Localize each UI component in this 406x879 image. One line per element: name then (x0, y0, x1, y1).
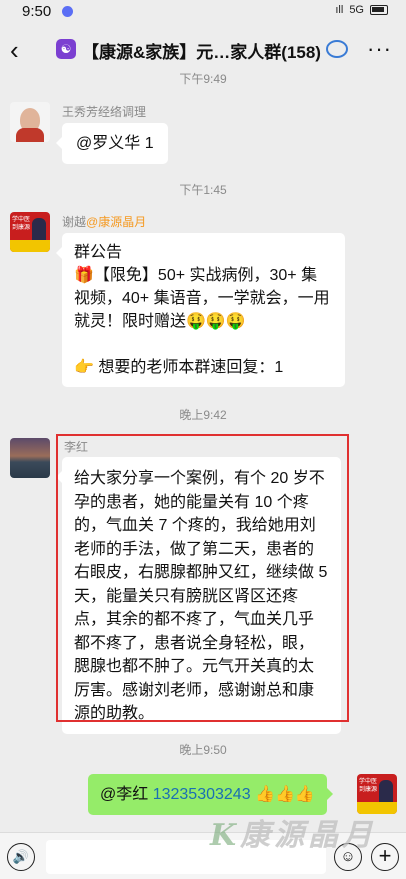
mention-text: @李红 (100, 786, 149, 803)
watermark-logo: K (210, 818, 241, 853)
avatar-person (32, 218, 46, 240)
avatar-caption: 学中医 到康源 (359, 779, 378, 793)
network-label: 5G (349, 4, 364, 16)
battery-icon (370, 5, 388, 15)
avatar-person (379, 780, 393, 802)
avatar-xieyue[interactable]: 学中医 到康源 (10, 212, 50, 252)
thumbs-up-icon: 👍👍👍 (255, 786, 315, 803)
message-bubble[interactable]: @罗义华 1 (56, 123, 168, 164)
avatar-wang[interactable] (10, 102, 50, 142)
more-options-button[interactable]: ··· (367, 36, 392, 62)
self-message-bubble[interactable]: @李红 13235303243 👍👍👍 (88, 774, 333, 815)
status-bar: 9:50 ıll 5G (0, 0, 406, 26)
avatar-self[interactable]: 学中医 到康源 (357, 774, 397, 814)
timestamp: 晚上9:42 (179, 408, 227, 422)
watermark: K康源晶月 (210, 810, 376, 854)
highlight-frame (56, 434, 349, 722)
watermark-text: 康源晶月 (240, 818, 377, 853)
announcement-bubble[interactable]: 群公告 🎁【限免】50+ 实战病例，30+ 集视频，40+ 集语音，一学就会，一… (56, 233, 345, 387)
sender-name-tag: @康源晶月 (86, 215, 147, 229)
timestamp: 晚上9:50 (179, 743, 227, 757)
timestamp: 下午9:49 (179, 72, 227, 86)
sender-name: 王秀芳经络调理 (62, 105, 147, 119)
announcement-blank (74, 333, 333, 356)
phone-link[interactable]: 13235303243 (153, 786, 251, 803)
announcement-body: 🎁【限免】50+ 实战病例，30+ 集视频，40+ 集语音，一学就会，一用就灵！… (74, 267, 330, 330)
timestamp: 下午1:45 (179, 183, 227, 197)
announcement-heading: 群公告 (74, 244, 123, 261)
group-badge-icon (326, 40, 348, 58)
app-notification-icon (62, 6, 73, 17)
sender-name: 谢越@康源晶月 (62, 213, 146, 230)
chat-title: 【康源&家族】元…家人群(158) (82, 43, 321, 62)
status-time: 9:50 (22, 3, 52, 20)
voice-input-button[interactable]: 🔊 (7, 843, 35, 871)
announcement-cta: 👉 想要的老师本群速回复：1 (74, 359, 284, 376)
signal-icon: ıll (335, 4, 344, 16)
status-icons: ıll 5G (335, 4, 388, 16)
sender-name-main: 谢越 (62, 215, 87, 229)
avatar-caption: 学中医 到康源 (12, 217, 31, 231)
avatar-lihong[interactable] (10, 438, 50, 478)
avatar-band (10, 240, 50, 252)
back-button[interactable]: ‹ (10, 36, 34, 64)
group-type-icon: ☯ (56, 39, 76, 59)
chat-header: ‹ ☯ 【康源&家族】元…家人群(158) ··· (0, 26, 406, 76)
avatar-coat (16, 128, 44, 142)
